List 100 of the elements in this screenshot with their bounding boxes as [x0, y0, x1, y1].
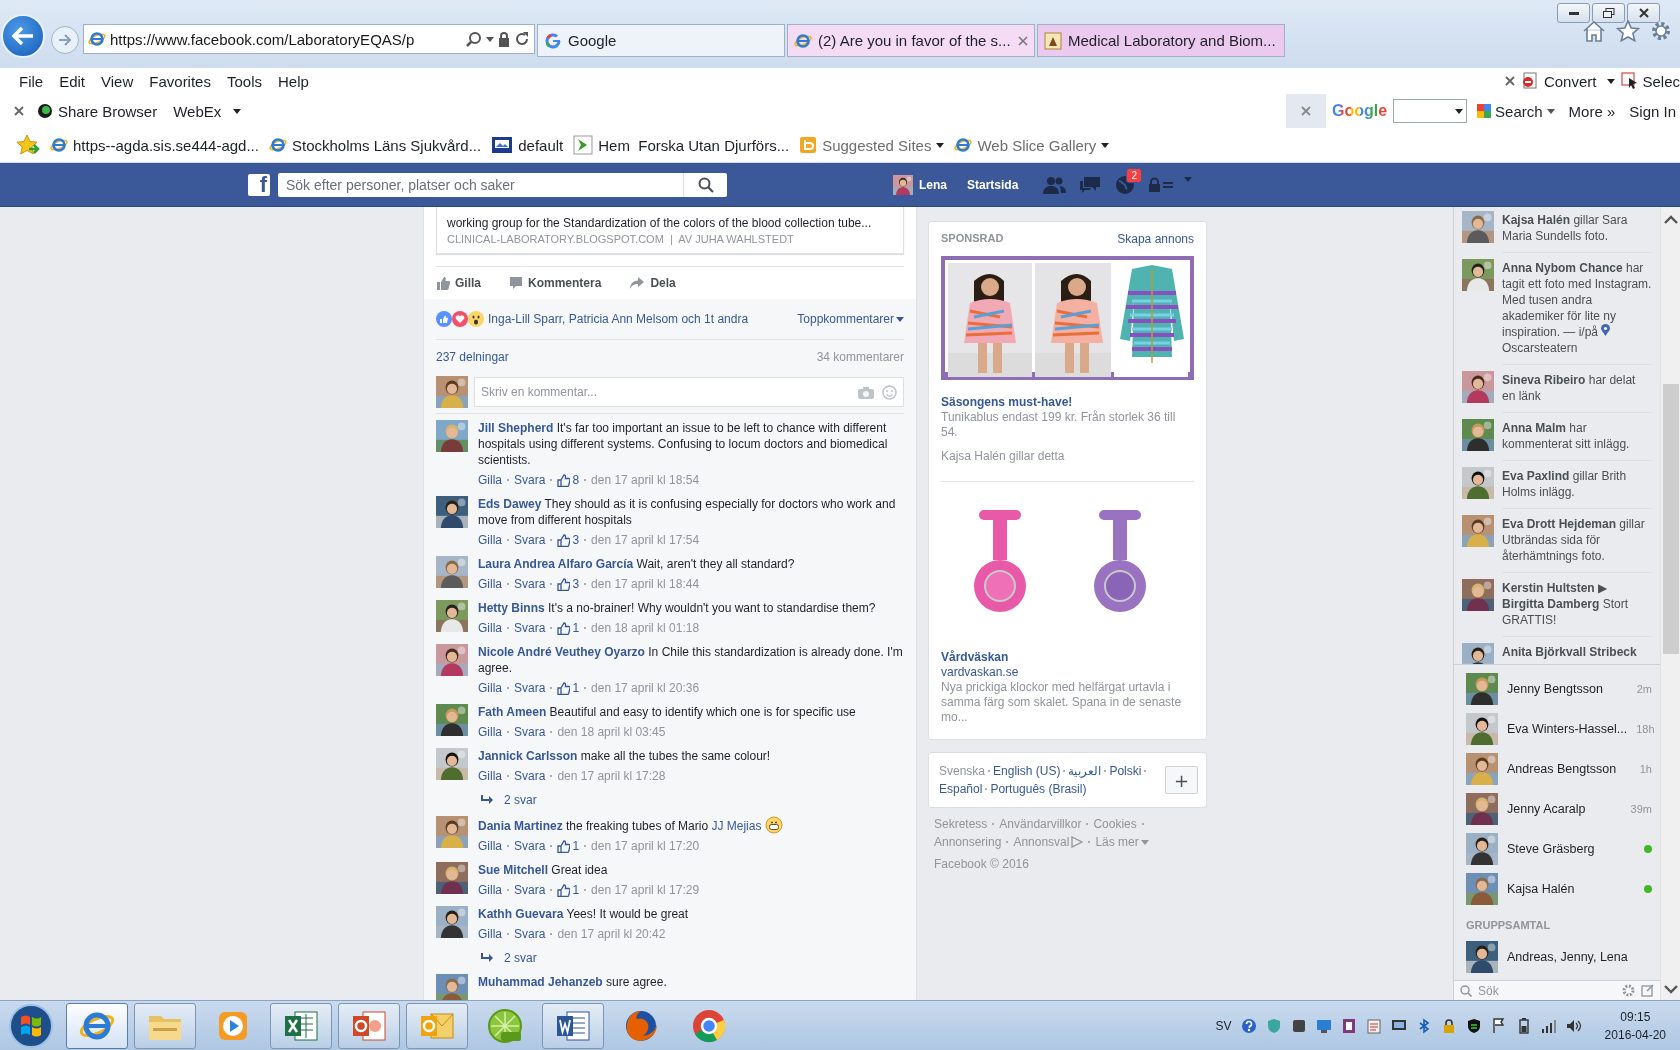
mention-link[interactable]: JJ Mejias: [711, 819, 762, 833]
chat-contact[interactable]: Kajsa Halén: [1454, 869, 1660, 909]
language-link[interactable]: Español: [939, 781, 983, 797]
author-link[interactable]: Nicole André Veuthey Oyarzo: [478, 645, 645, 659]
group-chat[interactable]: Andreas, Jenny, Lena: [1454, 937, 1660, 977]
ad-url[interactable]: vardvaskan.se: [941, 665, 1194, 680]
chat-contact[interactable]: Eva Winters-Hassel... 18h: [1454, 709, 1660, 749]
favorite-link[interactable]: default: [491, 136, 564, 154]
reply-action-link[interactable]: Svara: [514, 620, 546, 636]
menu-item[interactable]: View: [101, 72, 134, 90]
ticker-story[interactable]: Eva Paxlind gillar Brith Holms inlägg.: [1502, 468, 1652, 500]
reactions-link[interactable]: Inga-Lill Sparr, Patricia Ann Melsom och 1t andra: [488, 312, 749, 326]
toolbar-button[interactable]: Share Browser: [32, 100, 162, 122]
ad-carousel[interactable]: [941, 256, 1194, 380]
taskbar-button[interactable]: [542, 1002, 604, 1049]
star-icon[interactable]: [1616, 20, 1640, 42]
signal-icon[interactable]: [1540, 1017, 1557, 1034]
ticker-story[interactable]: Anna Nybom Chance har tagit ett foto med Instagram. Med tusen andra akademiker för lite ny inspiration. — i/på Oscarsteatern: [1502, 260, 1652, 356]
reply-action-link[interactable]: Svara: [514, 882, 546, 898]
menu-item[interactable]: Favorites: [149, 72, 211, 90]
like-count[interactable]: 1: [557, 838, 580, 854]
back-button[interactable]: [1, 14, 45, 58]
reply-action-link[interactable]: Gilla: [478, 532, 502, 548]
lock-icon[interactable]: [498, 31, 510, 47]
browser-tab[interactable]: Medical Laboratory and Biom...: [1037, 24, 1285, 57]
home-link[interactable]: Startsida: [963, 175, 1023, 194]
search-button[interactable]: Search: [1473, 100, 1559, 122]
app-icon[interactable]: [1290, 1017, 1307, 1034]
minimize-button[interactable]: [1557, 3, 1590, 23]
reply-action-link[interactable]: Svara: [514, 680, 546, 696]
reply-action-link[interactable]: Svara: [514, 768, 546, 784]
restore-button[interactable]: [1592, 3, 1625, 23]
browser-tab[interactable]: (2) Are you in favor of the s...: [787, 24, 1035, 57]
close-icon[interactable]: [1300, 106, 1311, 116]
like-count[interactable]: 3: [557, 532, 580, 548]
toolbar-button[interactable]: WebEx: [169, 100, 246, 122]
like-count[interactable]: 1: [557, 680, 580, 696]
profile-link[interactable]: Lena: [889, 172, 951, 197]
ticker-story[interactable]: Kerstin Hultsten ▶ Birgitta Damberg Stort GRATTIS!: [1502, 580, 1652, 628]
logo[interactable]: f: [248, 173, 270, 196]
scrollbar[interactable]: [1660, 207, 1680, 1000]
place-link[interactable]: Oscarsteatern: [1502, 341, 1578, 355]
search-field[interactable]: Sök efter personer, platser och saker: [278, 172, 727, 197]
author-link[interactable]: Kathh Guevara: [478, 907, 564, 921]
language-link[interactable]: English (US): [993, 763, 1061, 779]
ticker-story[interactable]: Eva Drott Hejdeman gillar Utbrändas sida för återhämtnings foto.: [1502, 516, 1652, 564]
author-link[interactable]: Laura Andrea Alfaro García: [478, 557, 634, 571]
like-count[interactable]: 1: [557, 882, 580, 898]
author-link[interactable]: Jill Shepherd: [478, 421, 554, 435]
language-indicator[interactable]: SV: [1215, 1018, 1232, 1033]
flag-icon[interactable]: [1490, 1017, 1507, 1034]
share-button[interactable]: Dela: [629, 274, 680, 292]
author-link[interactable]: Sue Mitchell: [478, 863, 548, 877]
replies-link[interactable]: 2 svar: [478, 950, 903, 966]
taskbar-button[interactable]: [338, 1002, 400, 1049]
language-link[interactable]: العربية: [1068, 763, 1102, 779]
clock-date[interactable]: 2016-04-20: [1604, 1025, 1666, 1044]
chat-contact[interactable]: Jenny Acaralp 39m: [1454, 789, 1660, 829]
author-link[interactable]: Eds Dawey: [478, 497, 542, 511]
more-button[interactable]: More »: [1564, 100, 1620, 122]
start-button[interactable]: [8, 1002, 54, 1049]
close-button[interactable]: [1627, 3, 1660, 23]
reply-action-link[interactable]: Svara: [514, 576, 546, 592]
add-language-button[interactable]: +: [1165, 766, 1198, 794]
reply-action-link[interactable]: Gilla: [478, 838, 502, 854]
refresh-icon[interactable]: [514, 31, 530, 47]
author-link[interactable]: Hetty Binns: [478, 601, 545, 615]
ticker-story[interactable]: Anita Björkvall Stribeck: [1502, 644, 1652, 660]
toolbar-button[interactable]: Selec: [1621, 72, 1680, 90]
toolbar-button[interactable]: Convert: [1520, 72, 1616, 90]
close-icon[interactable]: [1018, 35, 1028, 46]
like-count[interactable]: 1: [557, 620, 580, 636]
author-link[interactable]: Muhammad Jehanzeb: [478, 975, 603, 989]
like-button[interactable]: Gilla: [436, 274, 485, 292]
menu-item[interactable]: Help: [278, 72, 309, 90]
notebook-icon[interactable]: [1340, 1017, 1357, 1034]
settings-icon[interactable]: [1650, 20, 1672, 42]
ticker-story[interactable]: Kajsa Halén gillar Sara Maria Sundells foto.: [1502, 212, 1652, 244]
favorite-link[interactable]: Web Slice Gallery: [954, 136, 1110, 154]
author-link[interactable]: Fath Ameen: [478, 705, 547, 719]
ad-title[interactable]: Säsongens must-have!: [941, 394, 1194, 410]
search-icon[interactable]: [697, 176, 714, 193]
scroll-up-icon[interactable]: [1663, 215, 1678, 224]
reply-action-link[interactable]: Gilla: [478, 768, 502, 784]
chat-contact[interactable]: Andreas Bengtsson 1h: [1454, 749, 1660, 789]
reply-action-link[interactable]: Gilla: [478, 576, 502, 592]
reply-action-link[interactable]: Gilla: [478, 472, 502, 488]
favorite-link[interactable]: Hem Forska Utan Djurförs...: [573, 135, 790, 155]
favorite-link[interactable]: https--agda.sis.se444-agd...: [50, 136, 259, 154]
menu-item[interactable]: Edit: [59, 72, 86, 90]
reply-action-link[interactable]: Svara: [514, 472, 546, 488]
reply-action-link[interactable]: Gilla: [478, 680, 502, 696]
link-preview-card[interactable]: working group for the Standardization of the colors of the blood collection tube... CLINICAL-LABORATORY.BLOGSPOT.COM | AV JUHA WAHLSTEDT: [436, 207, 904, 254]
reply-action-link[interactable]: Svara: [514, 532, 546, 548]
reply-action-link[interactable]: Gilla: [478, 620, 502, 636]
menu-item[interactable]: Tools: [226, 72, 262, 90]
replies-link[interactable]: 2 svar: [478, 792, 903, 808]
clipboard-icon[interactable]: [1365, 1017, 1382, 1034]
reply-action-link[interactable]: Gilla: [478, 926, 502, 942]
favorites-icon[interactable]: [16, 134, 40, 156]
